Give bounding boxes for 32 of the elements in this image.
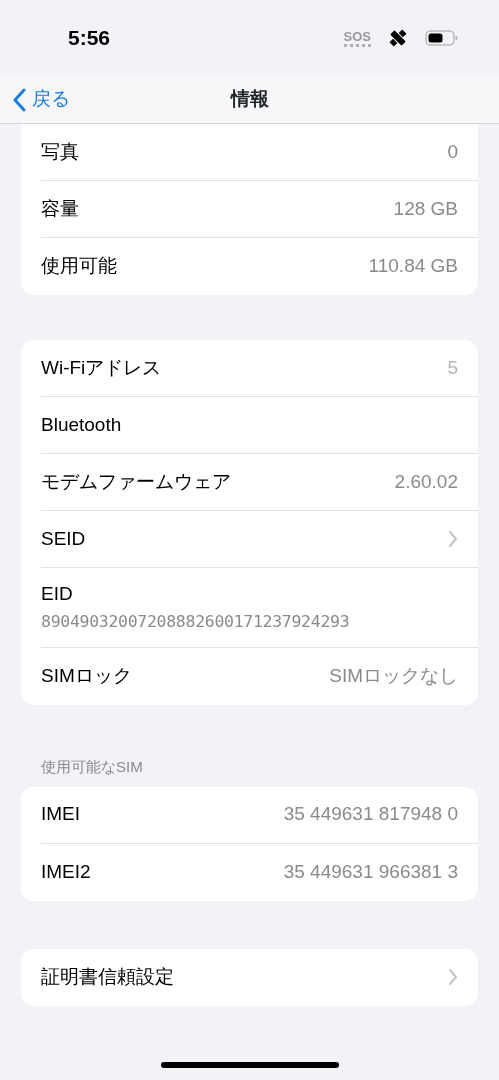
row-value: 35 449631 966381 3 xyxy=(283,859,458,884)
row-label: Bluetooth xyxy=(41,412,122,437)
back-button[interactable]: 戻る xyxy=(0,85,70,114)
section-header: 使用可能なSIM xyxy=(41,757,144,777)
row-label: IMEI xyxy=(41,802,81,827)
back-chevron-icon xyxy=(12,87,26,112)
row-value: 89049032007208882600171237924293 xyxy=(41,611,350,634)
page-title: 情報 xyxy=(230,88,269,110)
row-label: EID xyxy=(41,581,73,606)
row-value: 5 xyxy=(447,355,458,380)
row-label: 使用可能 xyxy=(41,254,117,279)
row-value: 2.60.02 xyxy=(394,469,458,494)
row-value: 128 GB xyxy=(393,196,458,221)
chevron-icon xyxy=(448,530,458,548)
row-value: 0 xyxy=(447,139,458,164)
chevron-icon xyxy=(448,968,458,986)
row-label: Wi-Fiアドレス xyxy=(41,355,162,380)
row-label: 容量 xyxy=(41,196,79,221)
battery-icon xyxy=(425,29,459,47)
row-label: SIMロック xyxy=(41,664,132,689)
satellite-icon xyxy=(387,27,409,49)
status-time: 5:56 xyxy=(68,25,111,52)
row-label: 写真 xyxy=(41,139,79,164)
sos-indicator: SOS xyxy=(343,29,371,47)
home-indicator[interactable] xyxy=(160,1062,339,1068)
row-value: 110.84 GB xyxy=(368,254,458,279)
row-label: SEID xyxy=(41,526,86,551)
row-label: モデムファームウェア xyxy=(41,469,231,494)
row-label: IMEI2 xyxy=(41,859,91,884)
row-label: 証明書信頼設定 xyxy=(41,964,174,989)
row-value: SIMロックなし xyxy=(329,664,458,689)
row-value: 35 449631 817948 0 xyxy=(283,802,458,827)
